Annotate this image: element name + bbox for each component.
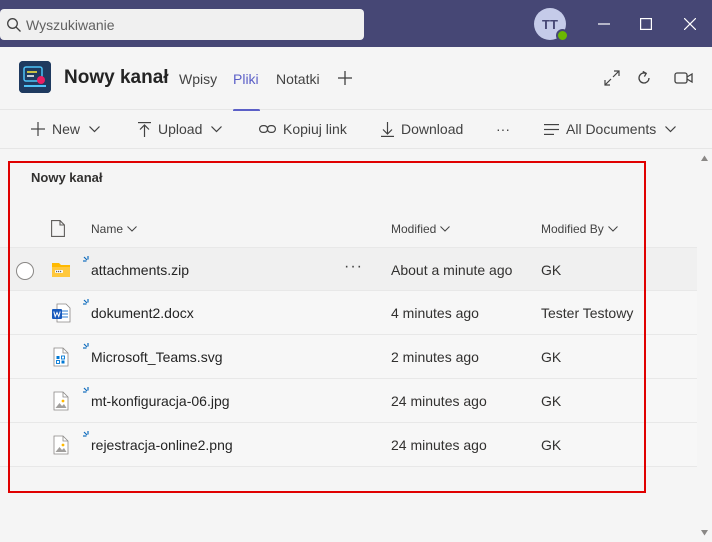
upload-icon (138, 121, 151, 137)
channel-header: Nowy kanał Wpisy Pliki Notatki (0, 47, 712, 112)
file-name[interactable]: mt-konfiguracja-06.jpg (91, 393, 230, 409)
table-row[interactable]: dokument2.docx 4 minutes ago Tester Test… (0, 291, 697, 335)
plus-icon (338, 71, 352, 85)
minimize-icon (598, 23, 610, 25)
expand-button[interactable] (601, 67, 623, 89)
close-icon (684, 18, 696, 30)
chevron-down-icon (607, 226, 618, 232)
file-modified: 24 minutes ago (391, 393, 487, 409)
more-icon: ··· (496, 121, 510, 137)
command-bar: New Upload Kopiuj link Download ··· All … (0, 111, 712, 149)
column-modified-label: Modified (391, 222, 437, 236)
row-more-button[interactable]: ··· (344, 258, 363, 276)
chevron-down-icon (211, 125, 223, 132)
column-modified-by-label: Modified By (541, 222, 604, 236)
column-header-modified[interactable]: Modified (391, 222, 451, 236)
add-tab-button[interactable] (334, 67, 356, 89)
table-row[interactable]: mt-konfiguracja-06.jpg 24 minutes ago GK (0, 379, 697, 423)
link-icon (259, 125, 276, 134)
avatar[interactable]: TT (534, 8, 569, 42)
word-doc-icon (52, 303, 71, 323)
file-modified-by: GK (541, 262, 562, 278)
file-modified-by: GK (541, 393, 562, 409)
download-icon (381, 121, 394, 137)
channel-name: Nowy kanał (64, 67, 169, 88)
title-bar: Wyszukiwanie TT (0, 0, 712, 47)
scroll-up-icon[interactable] (700, 154, 709, 163)
search-placeholder: Wyszukiwanie (26, 16, 115, 33)
table-row[interactable]: Microsoft_Teams.svg 2 minutes ago GK (0, 335, 697, 379)
file-name[interactable]: dokument2.docx (91, 305, 194, 321)
search-icon (7, 17, 21, 32)
file-modified-by: Tester Testowy (541, 305, 634, 321)
vertical-scrollbar[interactable] (697, 150, 712, 542)
file-modified-by: GK (541, 437, 562, 453)
chevron-down-icon (665, 125, 677, 132)
search-input[interactable]: Wyszukiwanie (0, 9, 364, 40)
download-button[interactable]: Download (381, 121, 463, 137)
upload-button[interactable]: Upload (138, 121, 223, 137)
column-header-modified-by[interactable]: Modified By (541, 222, 618, 236)
column-header-name[interactable]: Name (91, 222, 137, 236)
scroll-down-icon[interactable] (700, 528, 709, 537)
expand-icon (604, 70, 620, 86)
row-select-checkbox[interactable] (16, 262, 34, 280)
video-call-icon (674, 72, 693, 84)
download-label: Download (401, 121, 464, 137)
refresh-button[interactable] (633, 67, 655, 89)
team-logo-icon (19, 61, 51, 93)
upload-label: Upload (158, 121, 203, 137)
list-view-icon (544, 123, 559, 135)
minimize-button[interactable] (590, 10, 618, 38)
maximize-icon (640, 18, 652, 30)
copy-link-label: Kopiuj link (283, 121, 347, 137)
column-name-label: Name (91, 222, 124, 236)
view-label: All Documents (566, 121, 657, 137)
file-type-column-header[interactable] (51, 220, 65, 242)
new-button[interactable]: New (31, 121, 100, 137)
tab-pliki[interactable]: Pliki (233, 71, 259, 87)
meet-button[interactable] (673, 67, 695, 89)
table-row[interactable]: rejestracja-online2.png 24 minutes ago G… (0, 423, 697, 467)
file-modified: 2 minutes ago (391, 349, 479, 365)
image-file-icon (53, 391, 69, 411)
image-file-icon (53, 435, 69, 455)
chevron-down-icon (89, 125, 100, 132)
refresh-icon (638, 70, 650, 84)
copy-link-button[interactable]: Kopiuj link (259, 121, 347, 137)
document-library: Nowy kanał Name Modified Modified By att… (0, 150, 697, 542)
file-name[interactable]: rejestracja-online2.png (91, 437, 233, 453)
chevron-down-icon (440, 226, 451, 232)
tab-notatki[interactable]: Notatki (276, 71, 320, 87)
tab-wpisy[interactable]: Wpisy (179, 71, 217, 87)
file-name[interactable]: Microsoft_Teams.svg (91, 349, 222, 365)
file-modified: 24 minutes ago (391, 437, 487, 453)
table-row[interactable]: attachments.zip ··· About a minute ago G… (0, 247, 697, 291)
file-modified: 4 minutes ago (391, 305, 479, 321)
new-label: New (52, 121, 81, 137)
file-name[interactable]: attachments.zip (91, 262, 189, 278)
avatar-initials: TT (542, 16, 558, 32)
view-switcher[interactable]: All Documents (544, 121, 677, 137)
plus-icon (31, 122, 45, 136)
more-commands-button[interactable]: ··· (496, 121, 510, 137)
zip-folder-icon (52, 263, 70, 277)
file-modified: About a minute ago (391, 262, 513, 278)
team-logo[interactable] (19, 61, 51, 93)
library-title: Nowy kanał (31, 170, 103, 185)
close-button[interactable] (676, 10, 704, 38)
file-modified-by: GK (541, 349, 562, 365)
maximize-button[interactable] (632, 10, 660, 38)
presence-available-icon (556, 29, 569, 42)
document-icon (51, 220, 65, 237)
svg-file-icon (53, 347, 69, 367)
chevron-down-icon (127, 226, 137, 232)
